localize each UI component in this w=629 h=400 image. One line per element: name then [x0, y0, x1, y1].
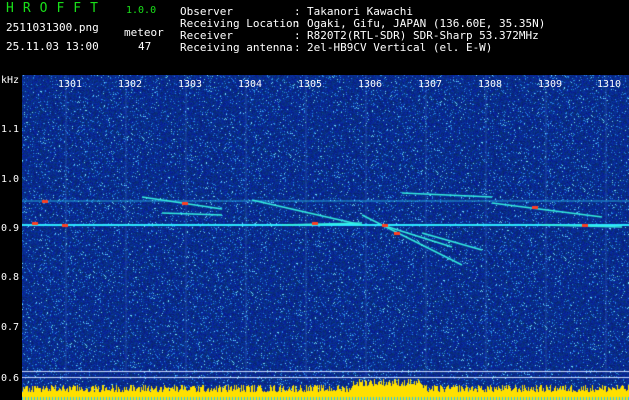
file-datetime: 25.11.03 13:00 — [6, 40, 99, 53]
x-tick-label: 1303 — [178, 79, 203, 90]
y-tick-label: 1.1 — [1, 124, 20, 135]
meteor-label: meteor — [124, 26, 164, 39]
app-version: 1.0.0 — [126, 5, 157, 16]
y-tick-label: 0.8 — [1, 272, 20, 283]
y-tick-label: 0.7 — [1, 322, 20, 333]
x-tick-label: 1307 — [418, 79, 443, 90]
x-tick-label: 1302 — [118, 79, 143, 90]
meteor-count: 47 — [138, 40, 152, 53]
x-tick-label: 1301 — [58, 79, 83, 90]
header-panel: HROFFT 1.0.0 2511031300.png 25.11.03 13:… — [0, 0, 629, 75]
antenna-sep: : — [294, 41, 301, 54]
x-tick-label: 1309 — [538, 79, 563, 90]
antenna-key: Receiving antenna — [180, 41, 293, 54]
y-tick-label: 0.9 — [1, 223, 20, 234]
y-axis-unit: kHz — [1, 75, 20, 86]
y-tick-label: 1.0 — [1, 174, 20, 185]
app-logo: HROFFT — [6, 1, 107, 16]
x-tick-label: 1304 — [238, 79, 263, 90]
x-tick-label: 1305 — [298, 79, 323, 90]
x-tick-label: 1308 — [478, 79, 503, 90]
spectrogram — [22, 75, 629, 400]
x-tick-label: 1306 — [358, 79, 383, 90]
y-tick-label: 0.6 — [1, 373, 20, 384]
x-tick-label: 1310 — [597, 79, 622, 90]
file-name: 2511031300.png — [6, 21, 99, 34]
antenna-value: 2el-HB9CV Vertical (el. E-W) — [307, 41, 493, 54]
